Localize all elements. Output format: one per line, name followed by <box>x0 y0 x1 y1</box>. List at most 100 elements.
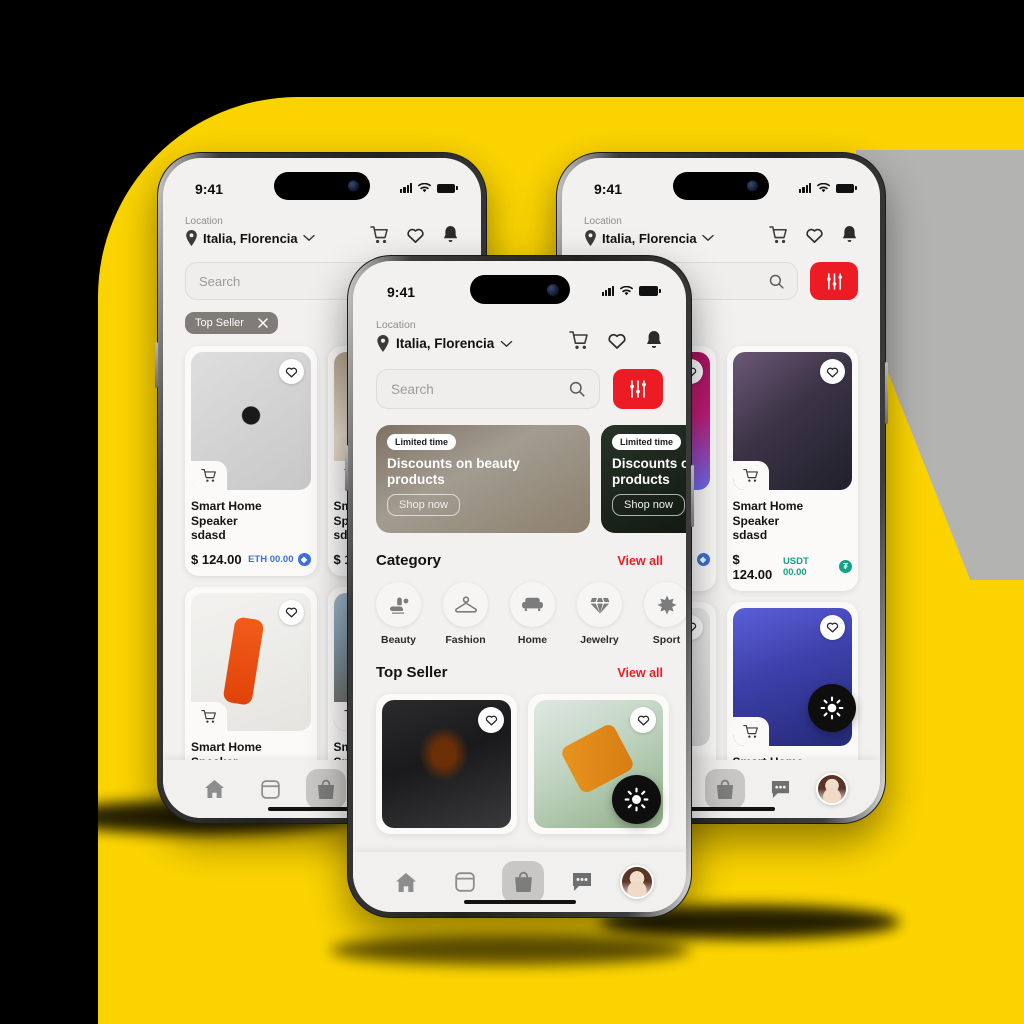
category-item-sport[interactable]: Sport <box>644 582 686 646</box>
left-phone-volume-button[interactable] <box>155 342 158 388</box>
tab-messages[interactable] <box>761 769 801 809</box>
location-row[interactable]: Italia, Florencia <box>185 230 315 246</box>
close-icon[interactable] <box>258 318 268 328</box>
shop-now-button[interactable]: Shop now <box>387 493 460 516</box>
promo-banner-carousel[interactable]: Limited time Discounts on beauty product… <box>353 425 686 533</box>
right-phone-power-button[interactable] <box>885 362 888 424</box>
category-title: Category <box>376 552 442 569</box>
category-icon-wrap <box>443 582 488 627</box>
location-value: Italia, Florencia <box>396 336 495 351</box>
banner-tag: Limited time <box>612 434 682 450</box>
front-camera-icon <box>747 180 759 192</box>
add-to-cart-button[interactable] <box>732 461 769 490</box>
shop-now-button[interactable]: Shop now <box>612 493 685 516</box>
header-icon-group <box>769 225 858 246</box>
bell-icon[interactable] <box>645 330 663 350</box>
status-time: 9:41 <box>195 181 224 197</box>
tab-profile-avatar[interactable] <box>816 773 849 805</box>
center-phone-volume-button[interactable] <box>345 445 348 491</box>
avatar-photo <box>818 775 847 803</box>
favorite-button[interactable] <box>630 707 656 733</box>
tab-messages[interactable] <box>561 861 603 903</box>
product-name: Smart Home Speaker sdasd <box>191 499 311 543</box>
location-block[interactable]: Location Italia, Florencia <box>584 216 714 246</box>
add-to-cart-button[interactable] <box>732 716 769 746</box>
product-card[interactable]: Smart Home Speaker sdasd $ 124.00 ETH 00… <box>185 346 317 576</box>
cart-icon[interactable] <box>370 225 389 244</box>
dynamic-island <box>274 172 370 200</box>
wifi-icon <box>418 183 431 193</box>
tab-orders[interactable] <box>250 769 290 809</box>
category-item-fashion[interactable]: Fashion <box>443 582 488 646</box>
cart-icon[interactable] <box>569 330 589 350</box>
top-seller-card[interactable] <box>376 694 517 834</box>
status-time: 9:41 <box>387 284 416 300</box>
tab-shop[interactable] <box>704 769 745 809</box>
brightness-fab-button[interactable] <box>612 775 661 824</box>
heart-icon[interactable] <box>607 331 627 350</box>
filter-chip-top-seller[interactable]: Top Seller <box>185 312 278 334</box>
search-icon[interactable] <box>569 381 585 397</box>
product-name-line1: Smart Home Speaker <box>732 499 804 528</box>
favorite-button[interactable] <box>278 599 304 625</box>
filter-button[interactable] <box>613 369 663 409</box>
location-row[interactable]: Italia, Florencia <box>584 230 714 246</box>
tab-home[interactable] <box>195 769 235 809</box>
favorite-button[interactable] <box>820 614 845 640</box>
cart-icon[interactable] <box>769 225 788 244</box>
cart-add-icon <box>742 724 758 738</box>
tab-home[interactable] <box>385 861 427 903</box>
banner-content: Limited time Discounts on beauty product… <box>601 425 686 525</box>
center-status-bar: 9:41 <box>353 261 686 319</box>
category-item-beauty[interactable]: Beauty <box>376 582 421 646</box>
top-seller-section-header: Top Seller View all <box>353 664 686 681</box>
heart-icon[interactable] <box>805 226 824 244</box>
chevron-down-icon[interactable] <box>500 340 513 348</box>
search-icon[interactable] <box>769 274 784 289</box>
top-seller-view-all-link[interactable]: View all <box>617 666 663 680</box>
tab-shop[interactable] <box>305 769 346 809</box>
favorite-button[interactable] <box>478 707 504 733</box>
favorite-button[interactable] <box>820 359 845 384</box>
heart-outline-icon <box>637 715 649 726</box>
chevron-down-icon[interactable] <box>302 234 315 242</box>
promo-banner[interactable]: Limited time Discounts on beauty product… <box>376 425 590 533</box>
location-block[interactable]: Location Italia, Florencia <box>376 319 513 352</box>
chevron-down-icon[interactable] <box>701 234 714 242</box>
category-list[interactable]: Beauty Fashion Home Jewelry Sport <box>353 582 686 646</box>
category-item-jewelry[interactable]: Jewelry <box>577 582 622 646</box>
tab-shop[interactable] <box>502 861 545 903</box>
location-value: Italia, Florencia <box>203 230 298 246</box>
tab-profile-avatar[interactable] <box>619 865 654 899</box>
center-app-header: Location Italia, Florencia <box>353 319 686 352</box>
favorite-button[interactable] <box>278 359 304 384</box>
add-to-cart-button[interactable] <box>191 461 227 490</box>
category-view-all-link[interactable]: View all <box>617 554 663 568</box>
home-icon <box>396 872 417 892</box>
home-indicator <box>463 900 576 904</box>
heart-icon[interactable] <box>406 226 425 244</box>
category-icon-wrap <box>577 582 622 627</box>
location-row[interactable]: Italia, Florencia <box>376 335 513 352</box>
avatar-photo <box>621 867 652 897</box>
location-block[interactable]: Location Italia, Florencia <box>185 216 315 246</box>
search-input[interactable]: Search <box>376 369 600 409</box>
center-phone-power-button[interactable] <box>691 465 694 527</box>
category-section-header: Category View all <box>353 552 686 569</box>
product-card[interactable]: Smart Home Speaker sdasd $ 124.00 USDT 0… <box>726 346 858 591</box>
cellular-bars-icon <box>601 286 614 296</box>
center-phone-screen: 9:41 Location Italia, Florencia Search L… <box>353 261 686 912</box>
bell-icon[interactable] <box>841 225 858 244</box>
banner-title: Discounts on beauty products <box>612 456 686 487</box>
tab-orders[interactable] <box>444 861 486 903</box>
promo-banner[interactable]: Limited time Discounts on beauty product… <box>601 425 686 533</box>
brightness-fab-button[interactable] <box>808 684 856 732</box>
bell-icon[interactable] <box>442 225 459 244</box>
add-to-cart-button[interactable] <box>191 701 227 731</box>
mockup-canvas: 9:41 Location Italia, Florencia Search T… <box>0 0 1024 1024</box>
category-label: Home <box>517 634 548 646</box>
heart-outline-icon <box>826 367 839 378</box>
filter-button[interactable] <box>810 262 858 300</box>
map-pin-icon <box>186 230 197 246</box>
category-item-home[interactable]: Home <box>510 582 555 646</box>
